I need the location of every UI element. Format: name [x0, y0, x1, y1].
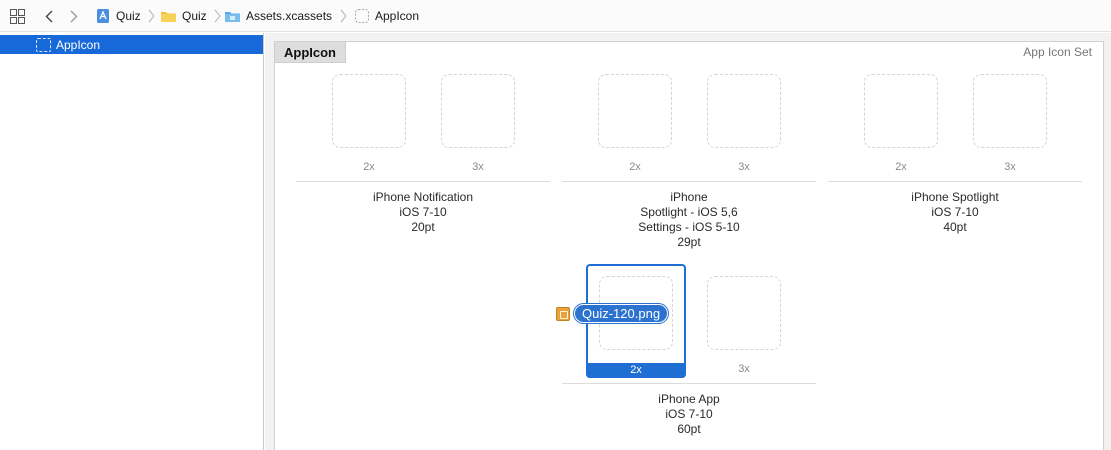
back-button[interactable] [41, 7, 57, 25]
chevron-left-icon [45, 10, 53, 22]
icon-slot-notification-2x[interactable] [332, 74, 406, 148]
group-label-line: 60pt [677, 422, 701, 436]
scale-label: 2x [895, 161, 907, 173]
icon-slot-settings-3x[interactable] [707, 74, 781, 148]
appicon-set-sheet: AppIcon App Icon Set 2x 3x iPhone Notifi… [274, 41, 1104, 450]
group-label-line: iOS 7-10 [931, 205, 979, 219]
outline-item-appicon[interactable]: AppIcon [0, 35, 263, 54]
set-title: AppIcon [275, 42, 346, 63]
group-label-line: iPhone Spotlight [911, 190, 999, 204]
group-label-line: 20pt [411, 220, 435, 234]
related-items-grid-icon[interactable] [10, 9, 25, 24]
group-label-line: iPhone Notification [372, 190, 474, 204]
divider [828, 181, 1082, 182]
forward-button[interactable] [66, 7, 82, 25]
group-label-spotlight: iPhone Spotlight iOS 7-10 40pt [828, 190, 1082, 235]
scale-label: 3x [472, 161, 484, 173]
breadcrumb-label: Assets.xcassets [246, 9, 333, 23]
group-label-settings: iPhone Spotlight - iOS 5,6 Settings - iO… [562, 190, 816, 250]
dragged-file[interactable]: Quiz-120.png [556, 304, 669, 323]
breadcrumb-project[interactable]: Quiz [95, 7, 141, 25]
breadcrumb-appicon[interactable]: AppIcon [354, 7, 419, 25]
png-file-icon [556, 306, 570, 321]
asset-catalog-icon [225, 12, 240, 22]
dragged-file-name: Quiz-120.png [574, 304, 669, 323]
icon-slot-app-3x[interactable] [707, 276, 781, 350]
icon-slot-spotlight-2x[interactable] [864, 74, 938, 148]
scale-label: 2x [363, 161, 375, 173]
group-label-line: Settings - iOS 5-10 [638, 220, 740, 234]
group-label-line: iOS 7-10 [399, 205, 447, 219]
scale-label: 3x [738, 363, 750, 375]
group-label-line: iPhone [670, 190, 708, 204]
outline-item-label: AppIcon [56, 37, 101, 52]
project-file-icon [97, 9, 109, 23]
scale-label: 3x [1004, 161, 1016, 173]
scale-label: 2x [629, 161, 641, 173]
folder-icon [161, 12, 176, 22]
chevron-right-icon [70, 10, 78, 22]
breadcrumb-separator-icon [148, 9, 155, 23]
divider [562, 383, 816, 384]
breadcrumb-separator-icon [340, 9, 347, 23]
breadcrumb-label: Quiz [116, 9, 141, 23]
breadcrumb-label: Quiz [182, 9, 207, 23]
asset-outline: AppIcon [0, 33, 264, 450]
scale-label-selected: 2x [586, 363, 686, 378]
breadcrumb-label: AppIcon [375, 9, 420, 23]
set-type-label: App Icon Set [1023, 45, 1092, 59]
group-label-line: iOS 7-10 [665, 407, 713, 421]
icon-slot-spotlight-3x[interactable] [973, 74, 1047, 148]
scale-label: 3x [738, 161, 750, 173]
divider [562, 181, 816, 182]
breadcrumb-separator-icon [214, 9, 221, 23]
group-label-notification: iPhone Notification iOS 7-10 20pt [296, 190, 550, 235]
icon-slot-settings-2x[interactable] [598, 74, 672, 148]
divider [296, 181, 550, 182]
breadcrumb-asset-catalog[interactable]: Assets.xcassets [224, 7, 332, 25]
group-label-line: iPhone App [658, 392, 720, 406]
group-label-line: Spotlight - iOS 5,6 [640, 205, 738, 219]
breadcrumb-group[interactable]: Quiz [160, 7, 207, 25]
appicon-set-icon [355, 9, 369, 23]
jump-bar: Quiz Quiz Assets.xcassets AppIcon [0, 0, 1111, 32]
icon-slot-notification-3x[interactable] [441, 74, 515, 148]
group-label-line: 29pt [677, 235, 701, 249]
group-label-line: 40pt [943, 220, 967, 234]
appicon-set-icon [36, 37, 51, 52]
group-label-app: iPhone App iOS 7-10 60pt [562, 392, 816, 437]
asset-editor-canvas: AppIcon App Icon Set 2x 3x iPhone Notifi… [265, 33, 1111, 450]
